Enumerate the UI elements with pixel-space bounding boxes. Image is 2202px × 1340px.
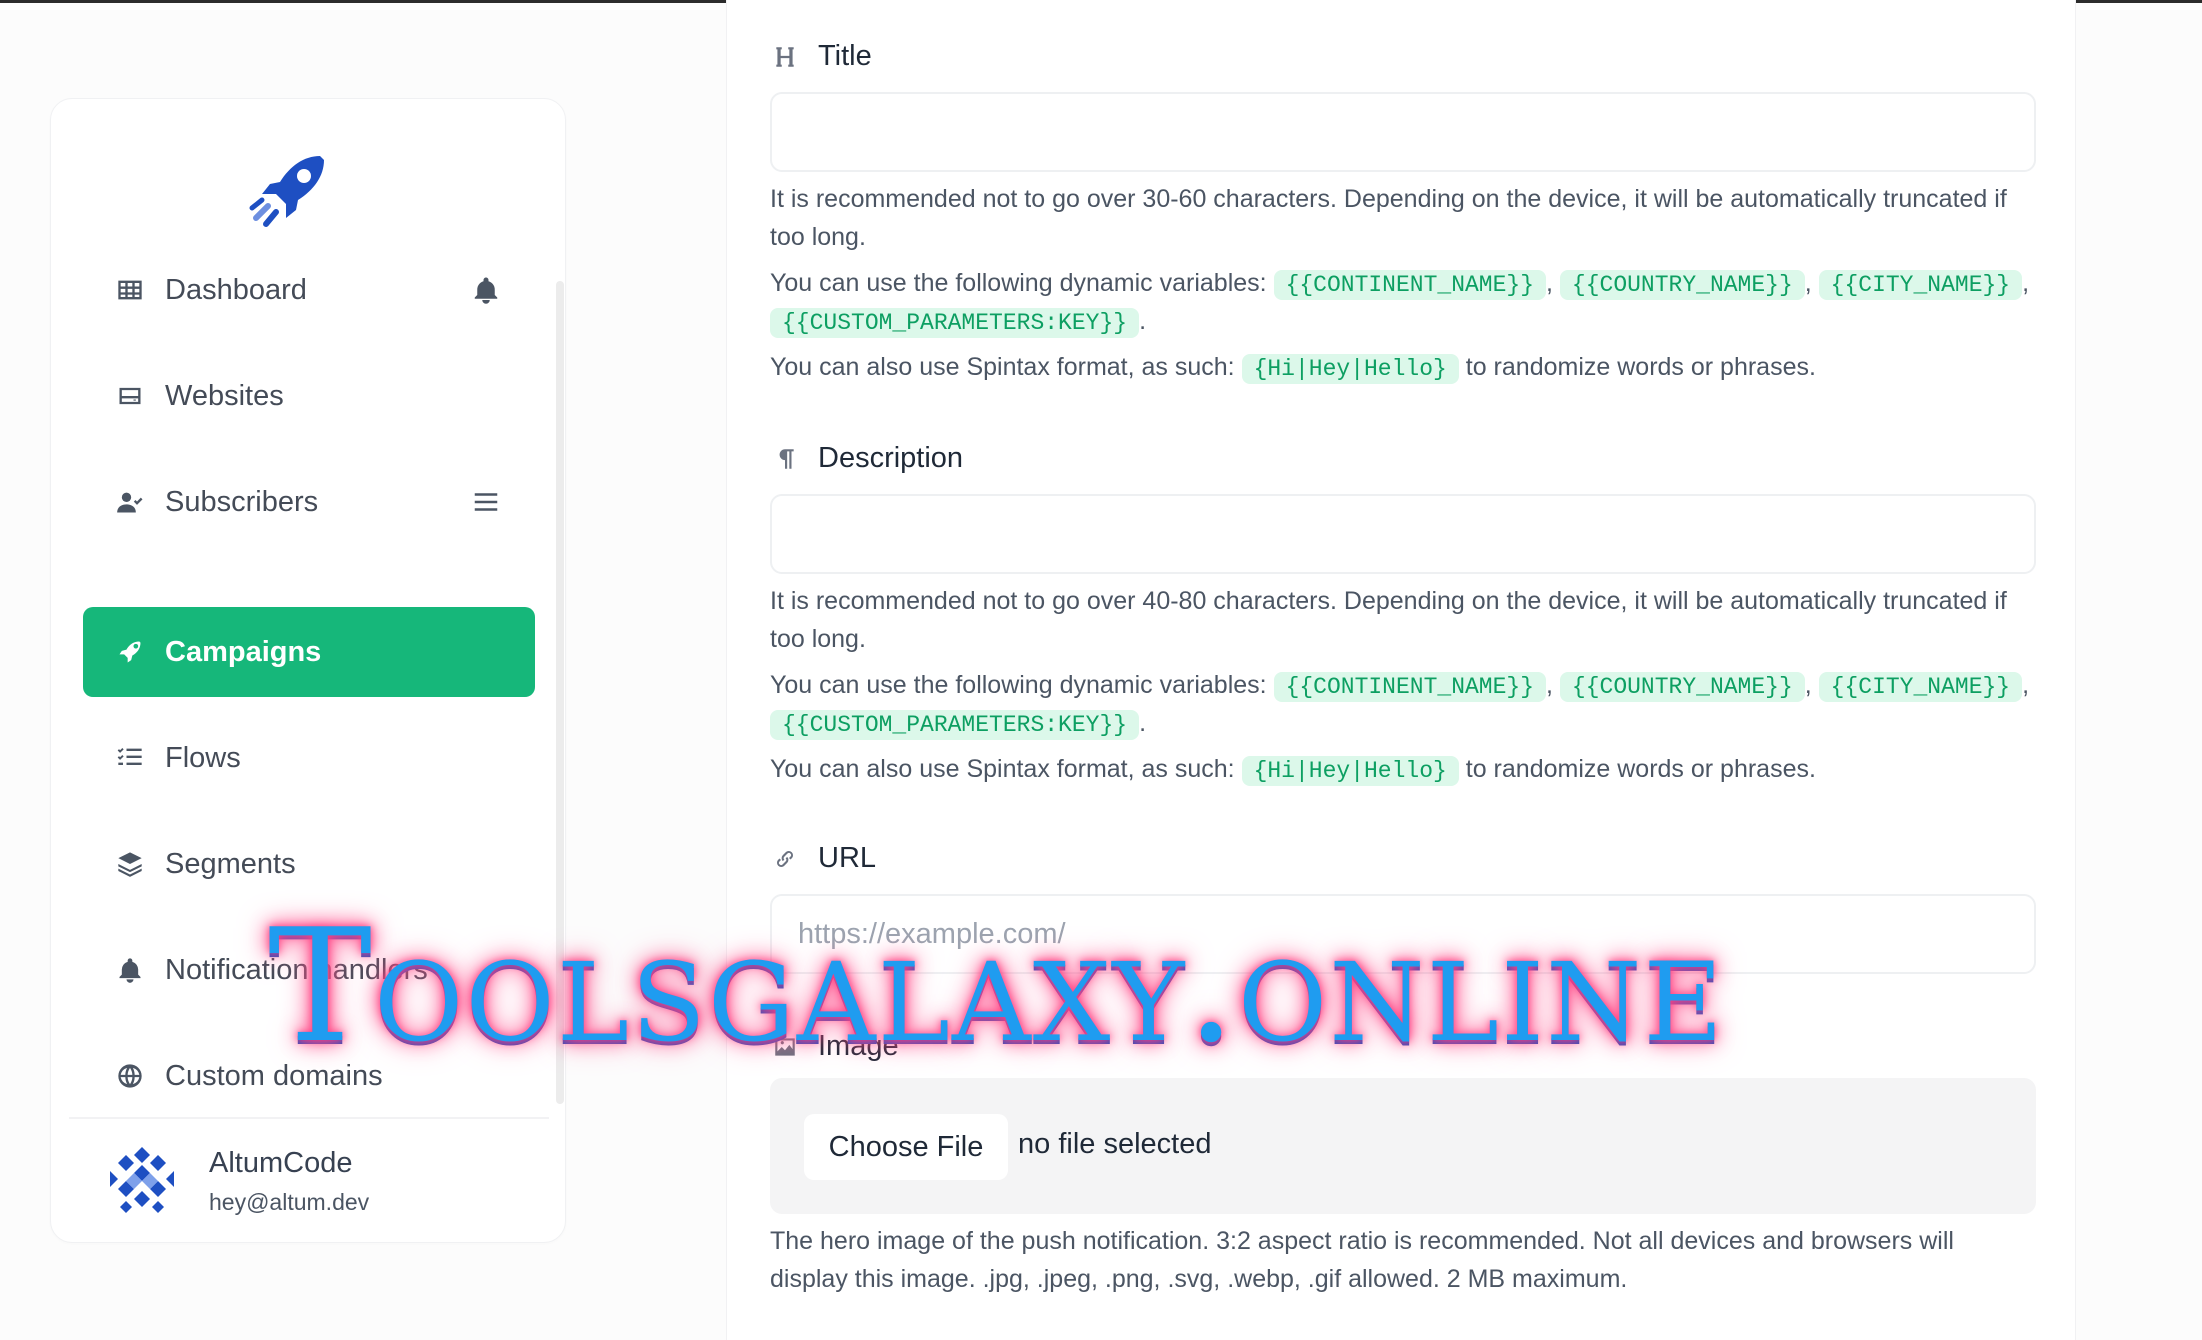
title-help-variables: You can use the following dynamic variab… <box>770 269 2030 338</box>
title-input[interactable] <box>770 92 2036 172</box>
file-status: no file selected <box>1018 1128 1212 1160</box>
layers-icon <box>115 849 145 879</box>
globe-icon <box>115 1061 145 1091</box>
description-input[interactable] <box>770 494 2036 574</box>
user-email: hey@altum.dev <box>209 1189 370 1215</box>
sidebar-item-flows[interactable]: Flows <box>83 713 535 803</box>
sidebar: Dashboard Websites Subscribers Campaigns… <box>50 98 566 1243</box>
variable-chip: {{COUNTRY_NAME}} <box>1559 270 1805 300</box>
url-label: URL <box>770 842 876 875</box>
menu-icon[interactable] <box>471 487 503 519</box>
bell-icon[interactable] <box>471 275 503 307</box>
user-name: AltumCode <box>209 1147 353 1179</box>
description-help-spintax: You can also use Spintax format, as such… <box>770 755 1816 786</box>
variable-chip: {{CUSTOM_PARAMETERS:KEY}} <box>770 308 1140 338</box>
sidebar-item-label: Campaigns <box>165 635 322 668</box>
spintax-chip: {Hi|Hey|Hello} <box>1241 756 1459 786</box>
url-input[interactable] <box>770 894 2036 974</box>
rocket-logo-icon[interactable] <box>246 144 336 234</box>
divider <box>69 1117 549 1119</box>
title-help-spintax: You can also use Spintax format, as such… <box>770 353 1816 384</box>
description-help-variables: You can use the following dynamic variab… <box>770 671 2030 740</box>
avatar[interactable] <box>106 1145 178 1217</box>
paragraph-icon <box>770 444 800 474</box>
sidebar-item-label: Custom domains <box>165 1059 383 1092</box>
sidebar-item-dashboard[interactable]: Dashboard <box>83 245 535 335</box>
sidebar-item-notification-handlers[interactable]: Notification handlers <box>83 925 535 1015</box>
variable-chip: {{CONTINENT_NAME}} <box>1273 270 1547 300</box>
sidebar-item-label: Dashboard <box>165 273 307 306</box>
image-help: The hero image of the push notification.… <box>770 1227 1954 1293</box>
variable-chip: {{CITY_NAME}} <box>1818 672 2023 702</box>
sidebar-item-label: Subscribers <box>165 485 319 518</box>
sidebar-scrollbar[interactable] <box>556 281 564 1104</box>
campaign-form: Title It is recommended not to go over 3… <box>726 0 2076 1340</box>
title-help-limit: It is recommended not to go over 30-60 c… <box>770 185 2007 251</box>
variable-chip: {{CITY_NAME}} <box>1818 270 2023 300</box>
image-icon <box>770 1032 800 1062</box>
title-label: Title <box>770 40 872 73</box>
choose-file-button[interactable]: Choose File <box>804 1114 1008 1180</box>
variable-chip: {{CUSTOM_PARAMETERS:KEY}} <box>770 710 1140 740</box>
description-help-limit: It is recommended not to go over 40-80 c… <box>770 587 2007 653</box>
sidebar-item-custom-domains[interactable]: Custom domains <box>83 1031 535 1121</box>
sidebar-item-subscribers[interactable]: Subscribers <box>83 457 535 547</box>
sidebar-item-websites[interactable]: Websites <box>83 351 535 441</box>
rocket-icon <box>115 637 145 667</box>
tasks-icon <box>115 743 145 773</box>
spintax-chip: {Hi|Hey|Hello} <box>1241 354 1459 384</box>
sidebar-item-label: Notification handlers <box>165 953 428 986</box>
sidebar-item-label: Flows <box>165 741 241 774</box>
sidebar-item-label: Segments <box>165 847 296 880</box>
sidebar-item-segments[interactable]: Segments <box>83 819 535 909</box>
image-file-input[interactable]: Choose File no file selected <box>770 1078 2036 1214</box>
bell-icon <box>115 955 145 985</box>
link-icon <box>770 844 800 874</box>
sidebar-item-label: Websites <box>165 379 284 412</box>
user-check-icon <box>115 487 145 517</box>
hdd-icon <box>115 381 145 411</box>
variable-chip: {{CONTINENT_NAME}} <box>1273 672 1547 702</box>
heading-icon <box>770 42 800 72</box>
sidebar-item-campaigns[interactable]: Campaigns <box>83 607 535 697</box>
image-label: Image <box>770 1030 899 1063</box>
table-icon <box>115 275 145 305</box>
variable-chip: {{COUNTRY_NAME}} <box>1559 672 1805 702</box>
description-label: Description <box>770 442 963 475</box>
